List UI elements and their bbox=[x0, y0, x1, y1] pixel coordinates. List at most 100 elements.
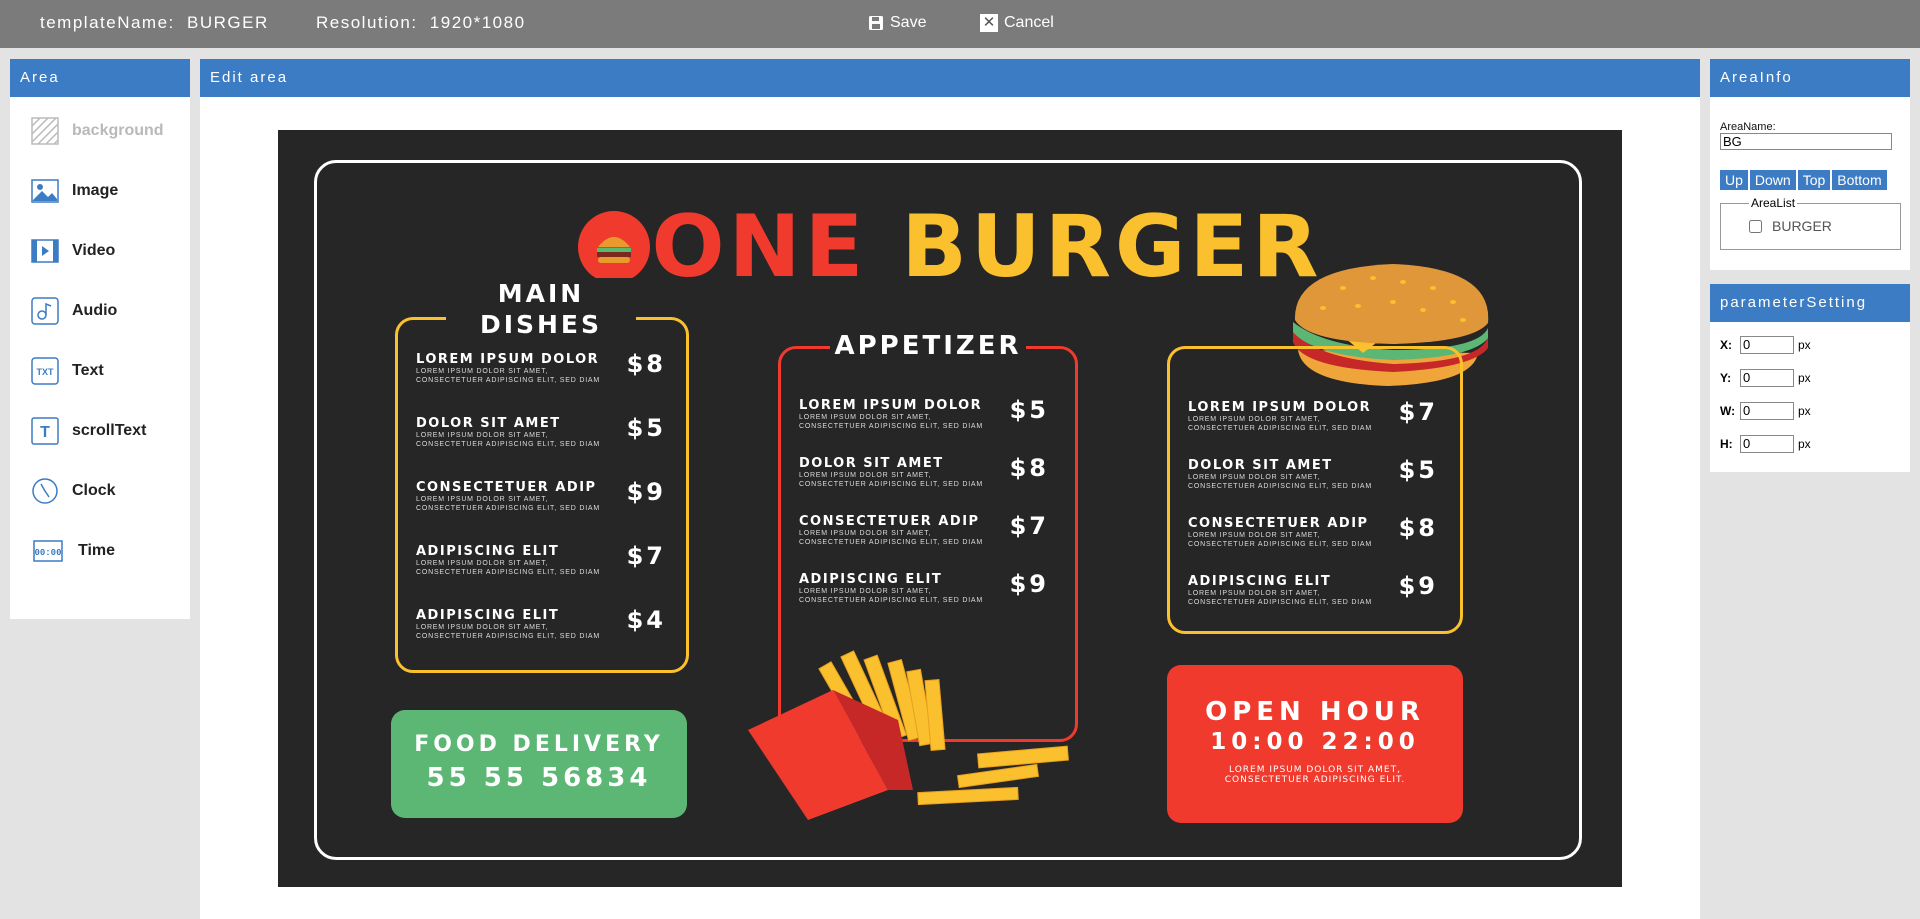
item-price: $5 bbox=[626, 414, 666, 442]
tool-label: Text bbox=[72, 362, 104, 379]
close-icon: ✕ bbox=[980, 14, 998, 32]
item-desc-line2: CONSECTETUER ADIPISCING ELIT, SED DIAM bbox=[416, 377, 601, 384]
parameter-setting-panel: parameterSetting X: px Y: px W: px H: px bbox=[1710, 284, 1910, 472]
area-info-title: AreaInfo bbox=[1710, 59, 1910, 97]
area-list-label: AreaList bbox=[1751, 196, 1796, 210]
area-list-checkbox[interactable] bbox=[1749, 219, 1762, 233]
area-info-panel: AreaInfo AreaName: UpDownTopBottom AreaL… bbox=[1710, 59, 1910, 270]
resolution-label: Resolution: bbox=[316, 13, 418, 32]
area-list-item[interactable]: BURGER bbox=[1749, 218, 1892, 234]
tool-label: Time bbox=[78, 542, 116, 559]
item-price: $9 bbox=[1398, 572, 1438, 600]
h-unit: px bbox=[1798, 436, 1811, 451]
x-input[interactable] bbox=[1740, 335, 1794, 354]
item-price: $4 bbox=[626, 606, 666, 634]
up-button[interactable]: Up bbox=[1720, 170, 1748, 190]
main-dishes-title: MAIN DISHES bbox=[446, 278, 636, 340]
tool-scrolltext[interactable]: T scrollText bbox=[10, 401, 190, 461]
h-input[interactable] bbox=[1740, 434, 1794, 453]
tool-text[interactable]: TXT Text bbox=[10, 341, 190, 401]
item-desc-line1: LOREM IPSUM DOLOR SIT AMET, bbox=[799, 588, 932, 595]
item-price: $7 bbox=[626, 542, 666, 570]
y-input[interactable] bbox=[1740, 368, 1794, 387]
tool-label: Video bbox=[72, 242, 116, 259]
item-desc-line2: CONSECTETUER ADIPISCING ELIT, SED DIAM bbox=[799, 481, 984, 488]
item-desc-line2: CONSECTETUER ADIPISCING ELIT, SED DIAM bbox=[1188, 425, 1373, 432]
item-desc-line2: CONSECTETUER ADIPISCING ELIT, SED DIAM bbox=[1188, 483, 1373, 490]
top-button[interactable]: Top bbox=[1797, 170, 1831, 190]
save-button[interactable]: Save bbox=[868, 14, 926, 32]
tool-label: scrollText bbox=[72, 422, 147, 439]
item-price: $5 bbox=[1009, 396, 1049, 424]
item-desc-line1: LOREM IPSUM DOLOR SIT AMET, bbox=[1188, 532, 1321, 539]
title-one: ONE bbox=[651, 197, 868, 297]
tool-image[interactable]: Image bbox=[10, 161, 190, 221]
bottom-button[interactable]: Bottom bbox=[1832, 170, 1887, 190]
item-desc-line1: LOREM IPSUM DOLOR SIT AMET, bbox=[416, 560, 549, 567]
svg-text:00:00: 00:00 bbox=[34, 548, 61, 558]
area-list-item-label: BURGER bbox=[1772, 218, 1832, 234]
save-label: Save bbox=[890, 14, 927, 31]
cancel-button[interactable]: ✕ Cancel bbox=[980, 14, 1054, 32]
item-price: $8 bbox=[1009, 454, 1049, 482]
appetizer-title: APPETIZER bbox=[830, 328, 1026, 364]
item-desc-line2: CONSECTETUER ADIPISCING ELIT, SED DIAM bbox=[799, 597, 984, 604]
item-desc-line2: CONSECTETUER ADIPISCING ELIT, SED DIAM bbox=[1188, 599, 1373, 606]
open-hour-time: 10:00 22:00 bbox=[1210, 729, 1420, 755]
item-desc-line1: LOREM IPSUM DOLOR SIT AMET, bbox=[799, 472, 932, 479]
area-name-label: AreaName: bbox=[1720, 121, 1776, 133]
area-list: AreaList BURGER bbox=[1720, 196, 1901, 250]
menu-item: ADIPISCING ELIT LOREM IPSUM DOLOR SIT AM… bbox=[416, 542, 666, 577]
tool-label: Audio bbox=[72, 302, 118, 319]
tool-time[interactable]: 00:00 Time bbox=[10, 521, 190, 581]
area-panel-title: Area bbox=[10, 59, 190, 97]
item-price: $9 bbox=[626, 478, 666, 506]
h-label: H: bbox=[1720, 436, 1733, 451]
item-desc-line2: CONSECTETUER ADIPISCING ELIT, SED DIAM bbox=[416, 633, 601, 640]
menu-item: LOREM IPSUM DOLOR LOREM IPSUM DOLOR SIT … bbox=[799, 396, 1049, 431]
menu-item: ADIPISCING ELIT LOREM IPSUM DOLOR SIT AM… bbox=[1188, 572, 1438, 607]
template-canvas[interactable]: ONE BURGER MAIN DISHES LOREM IPSUM DOLOR… bbox=[278, 130, 1622, 887]
x-field-row: X: px bbox=[1710, 328, 1910, 361]
tool-label: Image bbox=[72, 182, 119, 199]
menu-item: DOLOR SIT AMET LOREM IPSUM DOLOR SIT AME… bbox=[1188, 456, 1438, 491]
menu-item: CONSECTETUER ADIP LOREM IPSUM DOLOR SIT … bbox=[416, 478, 666, 513]
area-name-input[interactable] bbox=[1720, 133, 1892, 150]
menu-item: ADIPISCING ELIT LOREM IPSUM DOLOR SIT AM… bbox=[416, 606, 666, 641]
template-name: templateName: BURGER bbox=[40, 13, 269, 33]
scroll-text-icon: T bbox=[31, 417, 59, 445]
item-desc-line2: CONSECTETUER ADIPISCING ELIT, SED DIAM bbox=[416, 569, 601, 576]
open-hour-desc-line1: LOREM IPSUM DOLOR SIT AMET, bbox=[1229, 765, 1401, 775]
resolution-value: 1920*1080 bbox=[429, 13, 526, 32]
item-desc-line2: CONSECTETUER ADIPISCING ELIT, SED DIAM bbox=[799, 539, 984, 546]
svg-text:T: T bbox=[40, 424, 50, 441]
w-field-row: W: px bbox=[1710, 394, 1910, 427]
item-desc-line1: LOREM IPSUM DOLOR SIT AMET, bbox=[416, 624, 549, 631]
title-burger: BURGER bbox=[901, 197, 1323, 297]
item-desc-line1: LOREM IPSUM DOLOR SIT AMET, bbox=[416, 368, 549, 375]
template-name-value: BURGER bbox=[187, 13, 269, 32]
item-price: $9 bbox=[1009, 570, 1049, 598]
area-panel: Area background Image Video Audio TXT Te… bbox=[10, 59, 190, 619]
menu-item: DOLOR SIT AMET LOREM IPSUM DOLOR SIT AME… bbox=[799, 454, 1049, 489]
edit-area-panel: Edit area ONE BURGER MAIN DISHES LOREM I… bbox=[200, 59, 1700, 919]
open-hour-desc-line2: CONSECTETUER ADIPISCING ELIT. bbox=[1224, 775, 1406, 785]
text-icon: TXT bbox=[31, 357, 59, 385]
edit-area-title: Edit area bbox=[200, 59, 1700, 97]
tool-video[interactable]: Video bbox=[10, 221, 190, 281]
cancel-label: Cancel bbox=[1004, 14, 1054, 31]
y-field-row: Y: px bbox=[1710, 361, 1910, 394]
image-icon bbox=[31, 179, 59, 203]
menu-item: CONSECTETUER ADIP LOREM IPSUM DOLOR SIT … bbox=[799, 512, 1049, 547]
food-delivery-box: FOOD DELIVERY 55 55 56834 bbox=[391, 710, 687, 818]
down-button[interactable]: Down bbox=[1749, 170, 1796, 190]
open-hour-label: OPEN HOUR bbox=[1205, 697, 1425, 727]
item-desc-line2: CONSECTETUER ADIPISCING ELIT, SED DIAM bbox=[799, 423, 984, 430]
tool-audio[interactable]: Audio bbox=[10, 281, 190, 341]
floppy-disk-icon bbox=[869, 16, 883, 30]
tool-background[interactable]: background bbox=[10, 101, 190, 161]
x-label: X: bbox=[1720, 337, 1732, 352]
tool-clock[interactable]: Clock bbox=[10, 461, 190, 521]
svg-text:TXT: TXT bbox=[37, 367, 55, 377]
w-input[interactable] bbox=[1740, 401, 1794, 420]
